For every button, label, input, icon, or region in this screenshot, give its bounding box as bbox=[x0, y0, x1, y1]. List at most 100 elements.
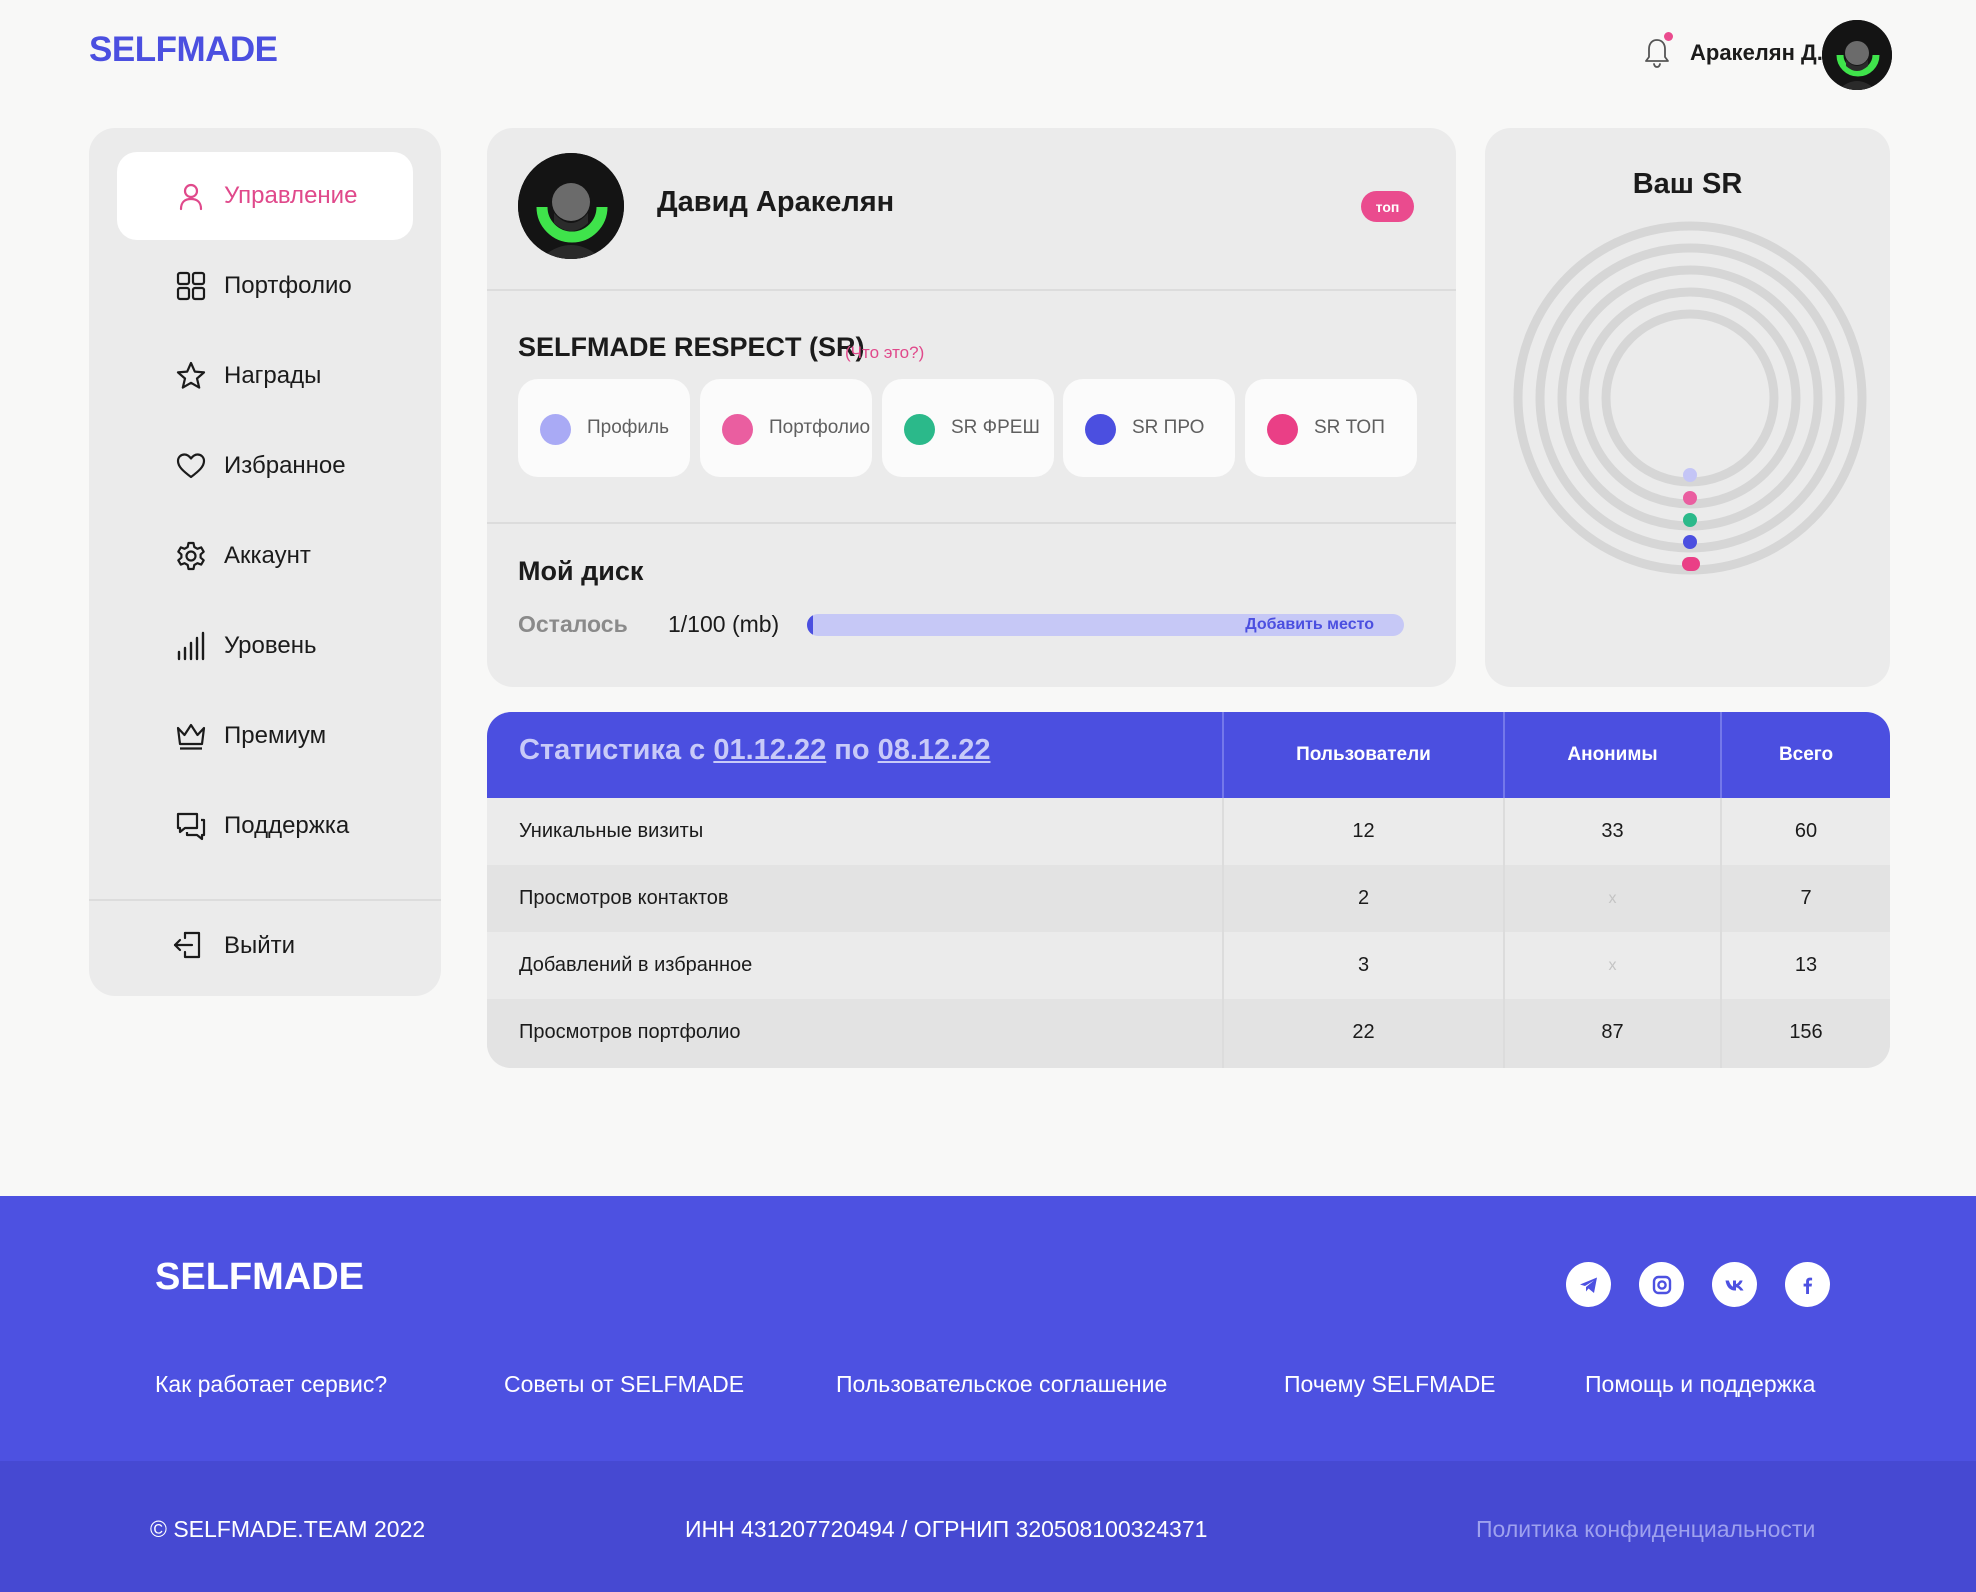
star-icon bbox=[174, 359, 208, 393]
sidebar-item-label: Премиум bbox=[224, 722, 327, 749]
divider bbox=[487, 522, 1456, 524]
sidebar-item-label: Портфолио bbox=[224, 272, 352, 299]
footer bbox=[0, 1196, 1976, 1461]
bell-icon[interactable] bbox=[1642, 36, 1672, 70]
sidebar-item-portfolio[interactable]: Портфолио bbox=[117, 242, 413, 330]
sidebar-item-support[interactable]: Поддержка bbox=[117, 782, 413, 870]
chat-icon bbox=[174, 809, 208, 843]
level-dot bbox=[1267, 414, 1298, 445]
sidebar-item-label: Аккаунт bbox=[224, 542, 311, 569]
grid-icon bbox=[174, 269, 208, 303]
notification-dot bbox=[1664, 32, 1673, 41]
cell-total: 13 bbox=[1794, 954, 1818, 976]
facebook-icon[interactable] bbox=[1785, 1262, 1830, 1307]
crown-icon bbox=[174, 719, 208, 753]
row-label: Добавлений в избранное bbox=[519, 954, 753, 976]
sidebar-item-level[interactable]: Уровень bbox=[117, 602, 413, 690]
sr-ring-marker bbox=[1683, 513, 1697, 527]
disk-title: Мой диск bbox=[518, 556, 644, 586]
cell-total: 156 bbox=[1789, 1021, 1823, 1043]
profile-name: Давид Аракелян bbox=[657, 186, 895, 218]
stats-title: Статистика с 01.12.22 по 08.12.22 bbox=[519, 734, 991, 767]
sr-widget-title: Ваш SR bbox=[1632, 168, 1743, 200]
logout-icon[interactable] bbox=[172, 929, 204, 961]
sr-level-chip[interactable]: Профиль bbox=[518, 379, 690, 477]
sr-ring-marker bbox=[1683, 468, 1697, 482]
level-dot bbox=[904, 414, 935, 445]
cell-users: 22 bbox=[1352, 1021, 1375, 1043]
heart-icon bbox=[174, 449, 208, 483]
cell-anonymous: 33 bbox=[1601, 820, 1624, 842]
column-header-total: Всего bbox=[1778, 744, 1834, 765]
sidebar-item-management[interactable]: Управление bbox=[117, 152, 413, 240]
cell-anonymous: x bbox=[1608, 957, 1617, 974]
disk-remaining-label: Осталось bbox=[518, 611, 628, 637]
date-from-picker[interactable]: 01.12.22 bbox=[713, 734, 826, 766]
logo[interactable]: SELFMADE bbox=[89, 30, 278, 70]
column-header-users: Пользователи bbox=[1296, 744, 1431, 765]
cell-total: 7 bbox=[1800, 887, 1812, 909]
stats-title-prefix: Статистика с bbox=[519, 734, 714, 766]
cell-users: 2 bbox=[1357, 887, 1370, 909]
footer-link-help[interactable]: Помощь и поддержка bbox=[1585, 1371, 1815, 1398]
row-label: Уникальные визиты bbox=[519, 820, 704, 842]
user-avatar[interactable] bbox=[1822, 20, 1892, 90]
row-label: Просмотров портфолио bbox=[519, 1021, 741, 1043]
sidebar: Управление Портфолио Награды Избранное А… bbox=[89, 128, 441, 996]
footer-link-why-selfmade[interactable]: Почему SELFMADE bbox=[1284, 1371, 1496, 1398]
level-label: Портфолио bbox=[769, 417, 871, 438]
stats-title-mid: по bbox=[826, 734, 878, 766]
level-dot bbox=[1085, 414, 1116, 445]
user-name[interactable]: Аракелян Д. bbox=[1690, 40, 1823, 66]
telegram-icon[interactable] bbox=[1566, 1262, 1611, 1307]
level-label: SR ФРЕШ bbox=[951, 417, 1040, 438]
profile-avatar[interactable] bbox=[518, 153, 624, 259]
bars-icon bbox=[174, 629, 208, 663]
privacy-policy-link[interactable]: Политика конфиденциальности bbox=[1476, 1516, 1815, 1543]
sr-level-chip[interactable]: SR ФРЕШ bbox=[882, 379, 1054, 477]
sr-ring bbox=[1557, 265, 1823, 531]
cell-users: 3 bbox=[1357, 954, 1370, 976]
cell-anonymous: 87 bbox=[1601, 1021, 1624, 1043]
sidebar-item-label: Награды bbox=[224, 362, 322, 389]
level-label: SR ТОП bbox=[1314, 417, 1385, 438]
sr-level-chip[interactable]: Портфолио bbox=[700, 379, 872, 477]
footer-link-tips[interactable]: Советы от SELFMADE bbox=[504, 1371, 744, 1398]
level-dot bbox=[722, 414, 753, 445]
cell-total: 60 bbox=[1794, 820, 1818, 842]
disk-progress-fill bbox=[807, 614, 813, 636]
stats-table: Статистика с 01.12.22 по 08.12.22 Пользо… bbox=[487, 712, 1890, 1068]
vk-icon[interactable] bbox=[1712, 1262, 1757, 1307]
sr-title: SELFMADE RESPECT (SR) bbox=[518, 332, 865, 362]
level-label: SR ПРО bbox=[1132, 417, 1205, 438]
sidebar-item-premium[interactable]: Премиум bbox=[117, 692, 413, 780]
footer-logo[interactable]: SELFMADE bbox=[155, 1256, 364, 1299]
sidebar-item-favorites[interactable]: Избранное bbox=[117, 422, 413, 510]
sidebar-item-label: Управление bbox=[224, 182, 358, 209]
sidebar-item-label: Избранное bbox=[224, 452, 346, 479]
user-icon bbox=[174, 179, 208, 213]
level-label: Профиль bbox=[587, 417, 670, 438]
status-badge: топ bbox=[1361, 191, 1414, 222]
sr-level-chip[interactable]: SR ПРО bbox=[1063, 379, 1235, 477]
logout-label[interactable]: Выйти bbox=[224, 932, 295, 960]
footer-link-user-agreement[interactable]: Пользовательское соглашение bbox=[836, 1371, 1167, 1398]
sr-ring-marker bbox=[1683, 535, 1697, 549]
date-to-picker[interactable]: 08.12.22 bbox=[878, 734, 991, 766]
sidebar-item-account[interactable]: Аккаунт bbox=[117, 512, 413, 600]
divider bbox=[487, 289, 1456, 291]
row-label: Просмотров контактов bbox=[519, 887, 729, 909]
sr-ring-marker bbox=[1682, 557, 1700, 571]
sidebar-divider bbox=[89, 899, 441, 901]
add-space-button[interactable]: Добавить место bbox=[1245, 616, 1374, 634]
disk-progress-bar: Добавить место bbox=[807, 614, 1404, 636]
sr-level-chip[interactable]: SR ТОП bbox=[1245, 379, 1417, 477]
cell-anonymous: x bbox=[1608, 890, 1617, 907]
sidebar-item-awards[interactable]: Награды bbox=[117, 332, 413, 420]
level-dot bbox=[540, 414, 571, 445]
footer-link-how-it-works[interactable]: Как работает сервис? bbox=[155, 1371, 387, 1398]
copyright: © SELFMADE.TEAM 2022 bbox=[150, 1516, 426, 1542]
instagram-icon[interactable] bbox=[1639, 1262, 1684, 1307]
sr-ring bbox=[1601, 309, 1779, 487]
sr-help-link[interactable]: (Что это?) bbox=[845, 343, 924, 363]
